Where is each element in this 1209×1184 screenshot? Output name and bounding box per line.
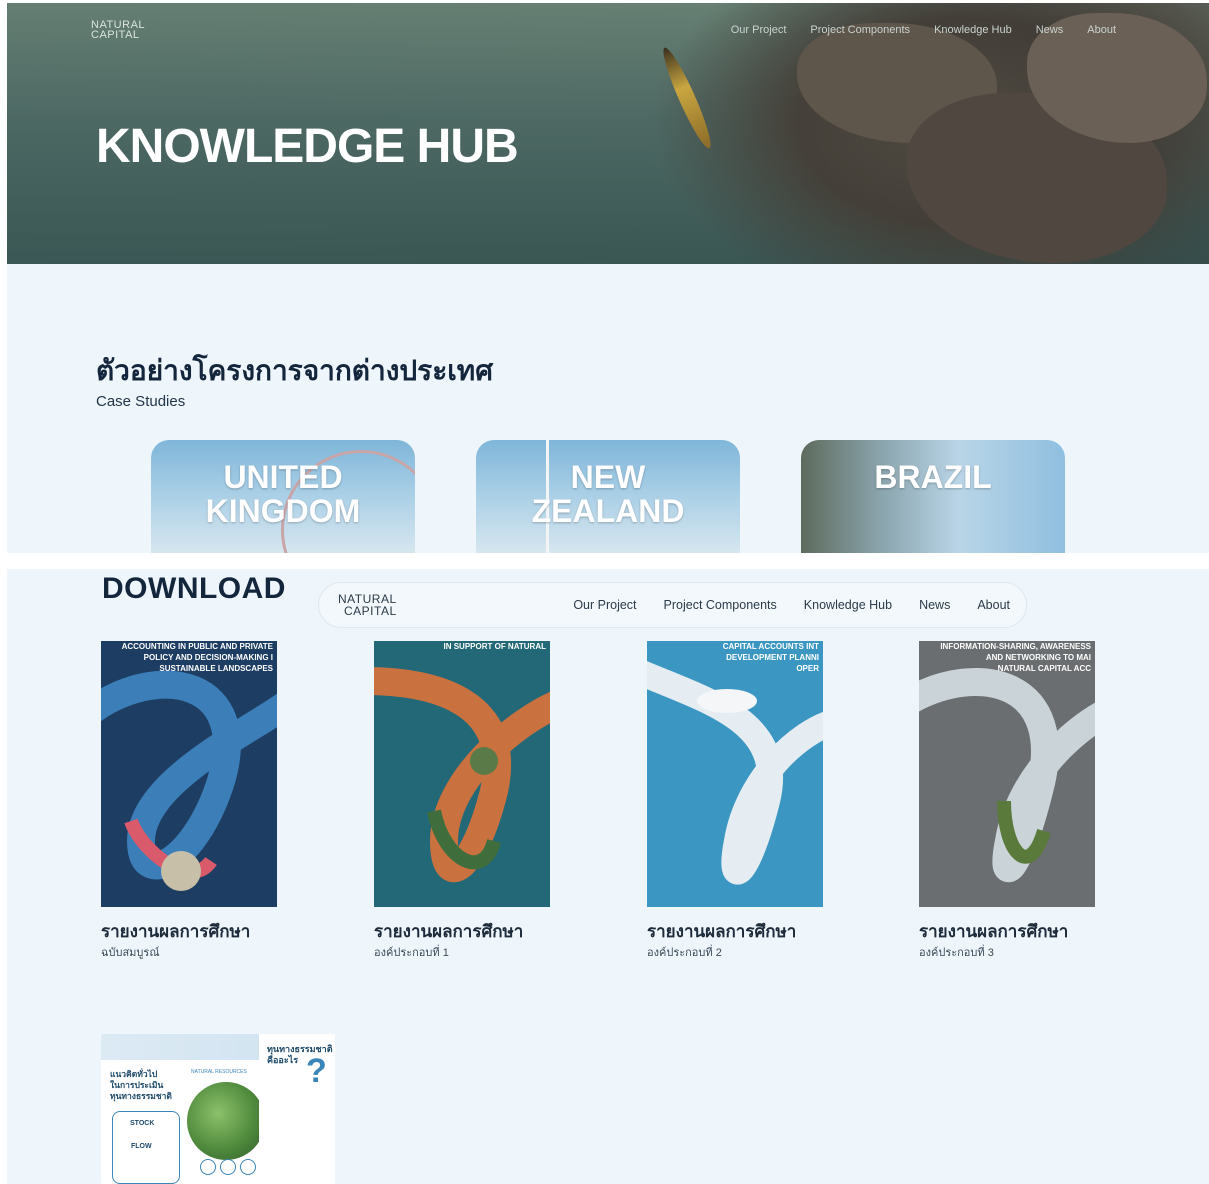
report-cover-component-3[interactable]: INFORMATION-SHARING, AWARENESS AND NETWO… — [919, 641, 1095, 907]
report-subtitle: องค์ประกอบที่ 3 — [919, 947, 994, 959]
report-subtitle: ฉบับสมบูรณ์ — [101, 947, 160, 959]
main-nav: Our Project Project Components Knowledge… — [731, 24, 1116, 36]
cover-text: CAPITAL ACCOUNTS INT DEVELOPMENT PLANNI … — [647, 641, 823, 674]
hero-banner: NATURAL CAPITAL Our Project Project Comp… — [7, 3, 1209, 264]
floating-nav: NATURAL CAPITAL Our Project Project Comp… — [318, 582, 1027, 628]
page-title: KNOWLEDGE HUB — [96, 120, 519, 173]
leaf-icon — [220, 1159, 236, 1175]
nav-news[interactable]: News — [919, 598, 950, 612]
nav-about[interactable]: About — [977, 598, 1010, 612]
nav-about[interactable]: About — [1087, 24, 1116, 36]
hero-boat — [657, 44, 717, 152]
nav-links: Our Project Project Components Knowledge… — [573, 598, 1010, 612]
card-label-line-2: KINGDOM — [205, 493, 361, 529]
case-study-card-label: UNITED KINGDOM — [151, 460, 415, 528]
report-title[interactable]: รายงานผลการศึกษา — [919, 918, 1068, 945]
water-icon — [200, 1159, 216, 1175]
report-subtitle: องค์ประกอบที่ 1 — [374, 947, 449, 959]
loop-graphic — [374, 667, 550, 882]
poster-stock-label: STOCK — [130, 1120, 155, 1127]
cover-text: ACCOUNTING IN PUBLIC AND PRIVATE POLICY … — [101, 641, 277, 674]
knowledge-hub-page: NATURAL CAPITAL Our Project Project Comp… — [7, 3, 1209, 553]
cover-text-line: CAPITAL ACCOUNTS INT — [722, 642, 819, 651]
report-cover-final[interactable]: ACCOUNTING IN PUBLIC AND PRIVATE POLICY … — [101, 641, 277, 907]
case-study-card-label: NEW ZEALAND — [476, 460, 740, 528]
poster-title-line: ในการประเมิน — [110, 1080, 164, 1090]
question-mark-icon: ? — [306, 1052, 327, 1090]
report-subtitle: องค์ประกอบที่ 2 — [647, 947, 722, 959]
poster-natural-resources: NATURAL RESOURCES — [191, 1069, 247, 1075]
case-study-card-new-zealand[interactable]: NEW ZEALAND — [476, 440, 740, 553]
poster-title-line: ทุนทางธรรมชาติ — [110, 1091, 172, 1101]
case-study-card-brazil[interactable]: BRAZIL — [801, 440, 1065, 553]
card-label-line-1: UNITED — [223, 459, 343, 495]
poster-flow-label: FLOW — [131, 1143, 152, 1150]
loop-graphic — [647, 661, 823, 885]
download-section: DOWNLOAD NATURAL CAPITAL Our Project Pro… — [7, 569, 1209, 1184]
report-title[interactable]: รายงานผลการศึกษา — [374, 918, 523, 945]
nav-project-components[interactable]: Project Components — [664, 598, 777, 612]
cover-text-line: IN SUPPORT OF NATURAL — [443, 642, 546, 651]
cover-text-line: AND NETWORKING TO MAI — [985, 653, 1091, 662]
poster-title-line: แนวคิดทั่วไป — [110, 1069, 158, 1079]
card-label-line-1: BRAZIL — [874, 459, 992, 495]
cover-text-line: SUSTAINABLE LANDSCAPES — [159, 664, 273, 673]
cover-text: INFORMATION-SHARING, AWARENESS AND NETWO… — [919, 641, 1095, 674]
cover-text-line: NATURAL CAPITAL ACC — [997, 664, 1091, 673]
loop-graphic — [101, 670, 277, 891]
cover-text-line: POLICY AND DECISION-MAKING I — [143, 653, 273, 662]
nav-knowledge-hub[interactable]: Knowledge Hub — [934, 24, 1012, 36]
loop-graphic — [919, 668, 1095, 883]
report-cover-component-1[interactable]: IN SUPPORT OF NATURAL — [374, 641, 550, 907]
nav-knowledge-hub[interactable]: Knowledge Hub — [804, 598, 892, 612]
nav-news[interactable]: News — [1036, 24, 1064, 36]
poster-left-title: แนวคิดทั่วไป ในการประเมิน ทุนทางธรรมชาติ — [110, 1069, 172, 1102]
cycle-icon — [240, 1159, 256, 1175]
logo-line-2: CAPITAL — [91, 29, 140, 41]
case-study-card-united-kingdom[interactable]: UNITED KINGDOM — [151, 440, 415, 553]
site-logo[interactable]: NATURAL CAPITAL — [338, 593, 397, 617]
infographic-poster[interactable]: NATURAL RESOURCES แนวคิดทั่วไป ในการประเ… — [101, 1034, 335, 1184]
case-study-card-label: BRAZIL — [801, 460, 1065, 494]
case-studies-title: ตัวอย่างโครงการจากต่างประเทศ — [96, 355, 494, 386]
cover-text-line: OPER — [796, 664, 819, 673]
case-studies-subtitle: Case Studies — [96, 393, 186, 410]
globe-illustration — [187, 1082, 265, 1160]
nav-our-project[interactable]: Our Project — [573, 598, 636, 612]
report-title[interactable]: รายงานผลการศึกษา — [101, 918, 250, 945]
site-logo[interactable]: NATURAL CAPITAL — [91, 20, 145, 41]
card-label-line-2: ZEALAND — [531, 493, 685, 529]
cover-text-line: DEVELOPMENT PLANNI — [726, 653, 819, 662]
nav-project-components[interactable]: Project Components — [810, 24, 910, 36]
report-title[interactable]: รายงานผลการศึกษา — [647, 918, 796, 945]
logo-line-2: CAPITAL — [344, 604, 397, 618]
report-cover-component-2[interactable]: CAPITAL ACCOUNTS INT DEVELOPMENT PLANNI … — [647, 641, 823, 907]
cover-text-line: INFORMATION-SHARING, AWARENESS — [940, 642, 1091, 651]
nav-our-project[interactable]: Our Project — [731, 24, 787, 36]
download-title: DOWNLOAD — [102, 572, 286, 605]
cover-text-line: ACCOUNTING IN PUBLIC AND PRIVATE — [121, 642, 273, 651]
poster-icon-row — [200, 1159, 256, 1175]
cover-text: IN SUPPORT OF NATURAL — [374, 641, 550, 652]
card-label-line-1: NEW — [570, 459, 646, 495]
